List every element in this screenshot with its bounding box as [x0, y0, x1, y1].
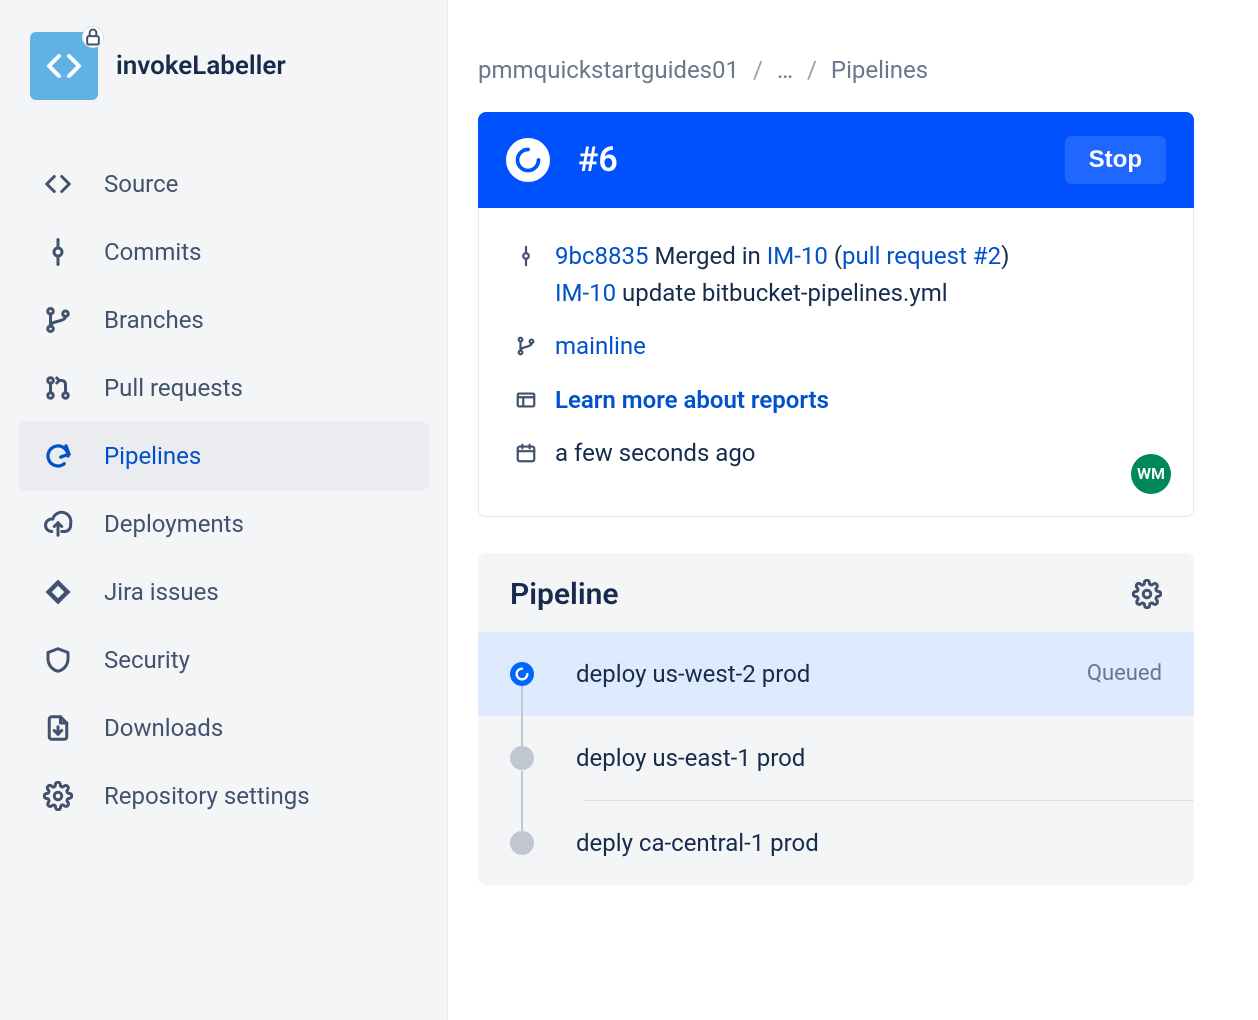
breadcrumb: pmmquickstartguides01 / … / Pipelines	[478, 56, 1194, 84]
sidebar: invokeLabeller Source Commits Branches P…	[0, 0, 448, 1020]
calendar-icon	[513, 440, 539, 466]
nav-item-deployments[interactable]: Deployments	[18, 490, 429, 558]
download-icon	[42, 712, 74, 744]
nav-item-pipelines[interactable]: Pipelines	[18, 422, 429, 490]
stage-label: deploy us-east-1 prod	[576, 744, 1162, 772]
pull-request-icon	[42, 372, 74, 404]
breadcrumb-sep: /	[807, 56, 817, 84]
pipeline-panel-title: Pipeline	[510, 577, 619, 612]
breadcrumb-current[interactable]: Pipelines	[831, 56, 928, 84]
branch-icon	[42, 304, 74, 336]
run-header: #6 Stop	[478, 112, 1194, 208]
nav-label: Deployments	[104, 510, 244, 538]
branch-row: mainline	[513, 328, 1159, 365]
stage-label: deploy us-west-2 prod	[576, 660, 1087, 688]
nav-label: Pipelines	[104, 442, 201, 470]
nav-item-branches[interactable]: Branches	[18, 286, 429, 354]
breadcrumb-ellipsis[interactable]: …	[777, 56, 793, 84]
panel-icon	[513, 387, 539, 413]
branch-link[interactable]: mainline	[555, 328, 646, 365]
lock-icon	[82, 26, 104, 48]
nav-label: Branches	[104, 306, 204, 334]
nav-item-repo-settings[interactable]: Repository settings	[18, 762, 429, 830]
nav-label: Security	[104, 646, 190, 674]
stage-status: Queued	[1087, 661, 1162, 686]
run-number: #6	[578, 140, 618, 180]
pr-link[interactable]: pull request #2	[842, 242, 1001, 270]
breadcrumb-root[interactable]: pmmquickstartguides01	[478, 56, 739, 84]
stage-connector	[521, 686, 523, 746]
pipelines-icon	[42, 440, 74, 472]
commit-row: 9bc8835 Merged in IM-10 (pull request #2…	[513, 238, 1159, 312]
gear-icon	[42, 780, 74, 812]
run-status-running-icon	[506, 138, 550, 182]
pipeline-stage[interactable]: deply ca-central-1 prod	[478, 801, 1194, 885]
ticket-link-2[interactable]: IM-10	[555, 279, 616, 307]
nav-item-downloads[interactable]: Downloads	[18, 694, 429, 762]
nav-list: Source Commits Branches Pull requests Pi…	[18, 150, 429, 830]
stage-label: deply ca-central-1 prod	[576, 829, 1162, 857]
nav-item-security[interactable]: Security	[18, 626, 429, 694]
pipeline-panel-header: Pipeline	[478, 553, 1194, 632]
commit-hash-link[interactable]: 9bc8835	[555, 242, 648, 270]
shield-icon	[42, 644, 74, 676]
repo-icon	[30, 32, 98, 100]
reports-row: Learn more about reports	[513, 382, 1159, 419]
nav-label: Repository settings	[104, 782, 310, 810]
nav-item-pull-requests[interactable]: Pull requests	[18, 354, 429, 422]
main: pmmquickstartguides01 / … / Pipelines #6…	[448, 0, 1258, 1020]
breadcrumb-sep: /	[753, 56, 763, 84]
nav-label: Downloads	[104, 714, 223, 742]
nav-label: Commits	[104, 238, 201, 266]
nav-item-source[interactable]: Source	[18, 150, 429, 218]
run-info-card: 9bc8835 Merged in IM-10 (pull request #2…	[478, 208, 1194, 517]
branch-icon	[513, 333, 539, 359]
commit-icon	[42, 236, 74, 268]
nav-item-commits[interactable]: Commits	[18, 218, 429, 286]
repo-name[interactable]: invokeLabeller	[116, 51, 286, 81]
stop-button[interactable]: Stop	[1065, 136, 1166, 184]
nav-item-jira-issues[interactable]: Jira issues	[18, 558, 429, 626]
run-age: a few seconds ago	[555, 435, 756, 472]
stage-pending-icon	[510, 831, 534, 855]
time-row: a few seconds ago	[513, 435, 1159, 472]
reports-link[interactable]: Learn more about reports	[555, 382, 829, 419]
pipeline-stage[interactable]: deploy us-east-1 prod	[478, 716, 1194, 800]
pipeline-panel: Pipeline deploy us-west-2 prod Queued de…	[478, 553, 1194, 885]
pipeline-stage[interactable]: deploy us-west-2 prod Queued	[478, 632, 1194, 716]
avatar[interactable]: WM	[1131, 454, 1171, 494]
jira-icon	[42, 576, 74, 608]
repo-header: invokeLabeller	[18, 32, 429, 130]
cloud-upload-icon	[42, 508, 74, 540]
stage-pending-icon	[510, 746, 534, 770]
stage-running-icon	[510, 662, 534, 686]
commit-icon	[513, 243, 539, 269]
nav-label: Source	[104, 170, 178, 198]
pipeline-settings-button[interactable]	[1132, 579, 1162, 609]
code-icon	[42, 168, 74, 200]
ticket-link[interactable]: IM-10	[767, 242, 828, 270]
stage-connector	[521, 771, 523, 831]
nav-label: Pull requests	[104, 374, 243, 402]
nav-label: Jira issues	[104, 578, 219, 606]
